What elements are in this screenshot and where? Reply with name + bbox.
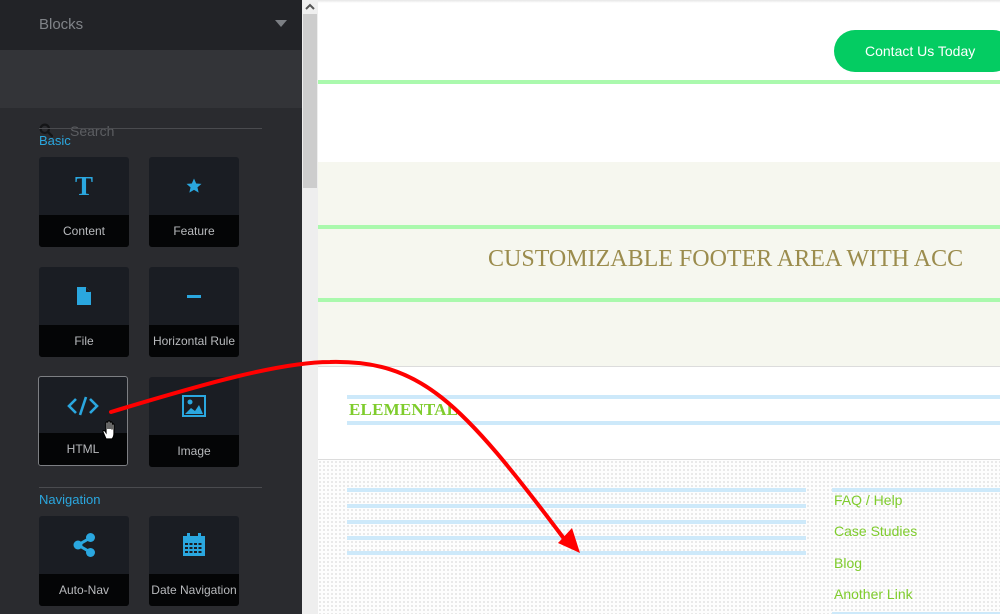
code-icon <box>67 396 99 416</box>
block-date-navigation[interactable]: Date Navigation <box>149 516 239 606</box>
empty-area-line <box>347 488 806 492</box>
empty-area-line <box>347 536 806 540</box>
section-label-basic: Basic <box>39 133 71 148</box>
chevron-up-icon <box>305 3 315 10</box>
page-canvas: Contact Us Today CUSTOMIZABLE FOOTER ARE… <box>318 0 1000 614</box>
blocks-sidebar: Blocks Basic T Content Feature File Hori… <box>0 0 302 614</box>
footer-link-another[interactable]: Another Link <box>834 586 913 602</box>
section-divider <box>39 487 262 488</box>
area-guide-line <box>318 80 1000 84</box>
section-label-navigation: Navigation <box>39 492 101 507</box>
block-label: Date Navigation <box>149 574 239 606</box>
footer-link-blog[interactable]: Blog <box>834 555 862 571</box>
footer-link-case-studies[interactable]: Case Studies <box>834 523 917 539</box>
hand-cursor-icon <box>102 420 115 440</box>
contact-us-button[interactable]: Contact Us Today <box>834 30 1000 72</box>
brand-text[interactable]: ELEMENTAL <box>349 400 458 420</box>
caret-down-icon[interactable] <box>275 20 287 27</box>
block-label: Content <box>39 215 129 247</box>
block-label: Image <box>149 435 239 467</box>
horizontal-rule-icon <box>187 294 201 298</box>
search-input[interactable] <box>68 120 272 142</box>
image-icon <box>182 395 206 417</box>
star-icon <box>186 178 202 193</box>
block-auto-nav[interactable]: Auto-Nav <box>39 516 129 606</box>
block-label: Feature <box>149 215 239 247</box>
empty-area-line <box>347 520 806 524</box>
area-guide-line <box>318 225 1000 229</box>
block-label: File <box>39 325 129 357</box>
area-guide-line <box>318 298 1000 302</box>
file-icon <box>77 287 91 305</box>
calendar-icon <box>183 533 205 556</box>
sidebar-header[interactable]: Blocks <box>0 0 302 50</box>
block-horizontal-rule[interactable]: Horizontal Rule <box>149 267 239 357</box>
top-shadow <box>318 0 1000 3</box>
section-divider <box>39 128 262 129</box>
block-guide-line <box>347 395 1000 399</box>
footer-heading: CUSTOMIZABLE FOOTER AREA WITH ACC <box>488 246 964 272</box>
block-label: Auto-Nav <box>39 574 129 606</box>
block-guide-line <box>347 421 1000 425</box>
scrollbar-thumb[interactable] <box>303 14 317 188</box>
empty-area-line <box>347 504 806 508</box>
footer-link-faq[interactable]: FAQ / Help <box>834 492 902 508</box>
empty-area-line <box>347 551 806 555</box>
text-icon: T <box>74 170 93 201</box>
block-feature[interactable]: Feature <box>149 157 239 247</box>
block-file[interactable]: File <box>39 267 129 357</box>
block-content[interactable]: T Content <box>39 157 129 247</box>
block-label: Horizontal Rule <box>149 325 239 357</box>
share-icon <box>73 533 95 557</box>
scroll-up-button[interactable] <box>302 0 318 14</box>
sidebar-title: Blocks <box>39 16 84 33</box>
block-image[interactable]: Image <box>149 377 239 467</box>
search-bar <box>0 50 302 142</box>
